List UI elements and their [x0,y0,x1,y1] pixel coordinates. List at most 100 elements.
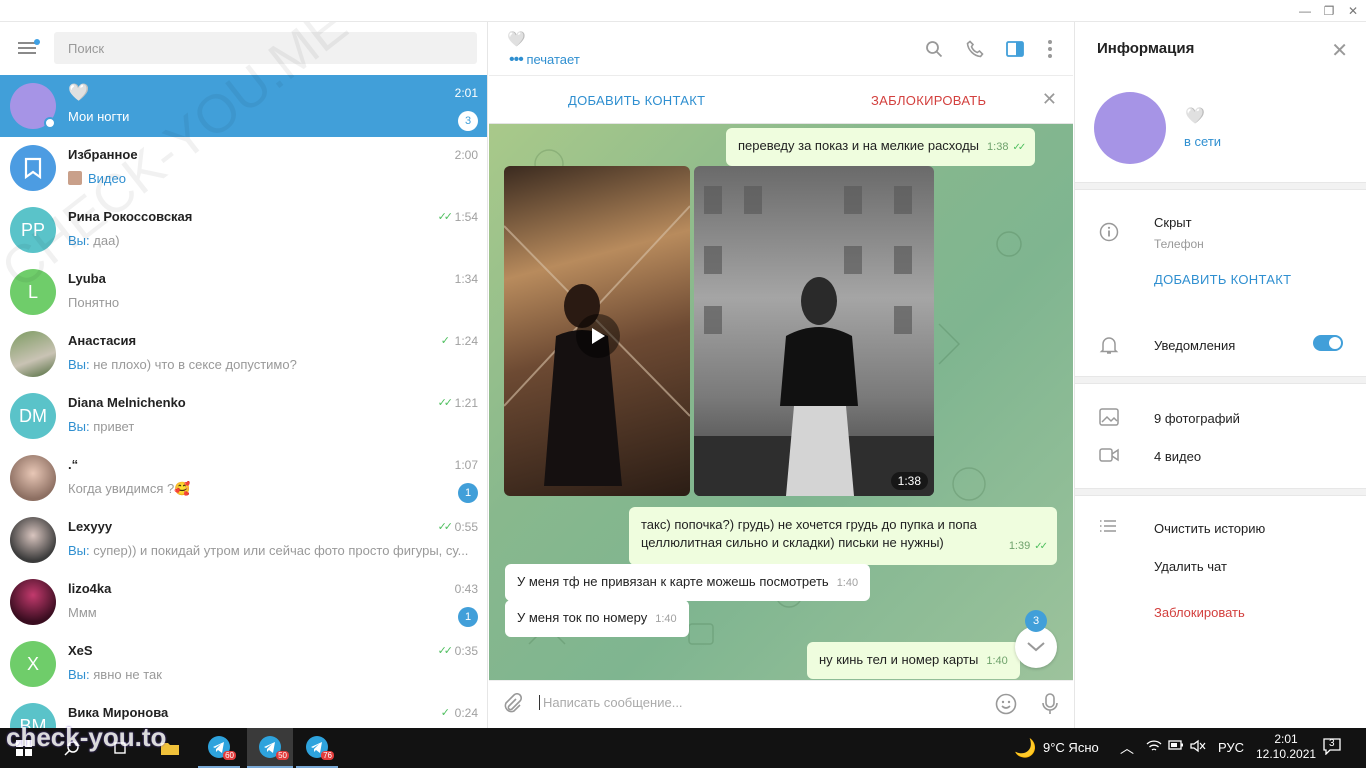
divider [1075,376,1366,384]
telegram-taskbar-3[interactable]: 76 [296,728,338,768]
chat-time: 0:35 [454,644,478,658]
notification-count: 3 [1329,738,1335,749]
chat-time: 2:00 [454,148,478,162]
notifications-label: Уведомления [1154,338,1236,353]
chat-last-message: Ммм [68,605,97,620]
photo-attachment[interactable]: 1:38 [694,166,934,496]
chat-last-message: Вы: явно не так [68,667,162,682]
paperclip-icon[interactable] [501,692,523,721]
weather-text[interactable]: 9°C Ясно [1043,740,1099,755]
chat-last-message: Мои ногти [68,109,130,124]
minimize-icon[interactable]: — [1292,0,1318,22]
chat-item-anastasia[interactable]: Анастасия Вы: не плохо) что в сексе допу… [0,323,487,385]
message-incoming[interactable]: У меня тф не привязан к карте можешь пос… [505,564,871,601]
notification-center-icon[interactable]: 3 [1322,737,1342,758]
chat-last-message: Вы: не плохо) что в сексе допустимо? [68,357,297,372]
chevron-up-icon[interactable]: ︿ [1120,738,1134,758]
chat-time: 1:21 [454,396,478,410]
chat-item-lyuba[interactable]: L Lyuba Понятно 1:34 [0,261,487,323]
windows-taskbar: 60 50 76 🌙 9°C Ясно ︿ РУС 2:01 12.10.2021… [0,728,1366,768]
microphone-icon[interactable] [1041,693,1059,718]
chat-title[interactable]: 🤍 [507,30,526,48]
info-panel: Информация ✕ 🤍 в сети Скрыт Телефон ДОБА… [1074,22,1366,728]
sidebar-toggle-icon[interactable] [1004,38,1026,60]
chat-item-xes[interactable]: X XeS Вы: явно не так ✓✓ 0:35 [0,633,487,695]
video-attachment[interactable] [504,166,690,496]
play-icon[interactable] [576,314,620,358]
add-contact-button[interactable]: ДОБАВИТЬ КОНТАКТ [568,93,705,108]
close-icon[interactable]: ✕ [1331,38,1348,63]
read-ticks-icon: ✓✓ [437,211,454,223]
avatar [10,331,56,377]
close-icon[interactable]: ✕ [1042,89,1057,110]
chat-item-rina[interactable]: PP Рина Рокоссовская Вы: даа) ✓✓ 1:54 [0,199,487,261]
block-button[interactable]: ЗАБЛОКИРОВАТЬ [871,93,986,108]
chat-item-nails[interactable]: 🤍 Мои ногти 2:01 3 [0,75,487,137]
video-icon [1099,447,1119,466]
chat-item-saved[interactable]: Избранное Видео 2:00 [0,137,487,199]
message-incoming[interactable]: У меня ток по номеру 1:40 [505,600,689,637]
typing-status: ••• печатает [509,51,580,68]
online-indicator [44,117,56,129]
message-outgoing[interactable]: такс) попочка?) грудь) не хочется грудь … [629,507,1057,565]
chat-item-diana[interactable]: DM Diana Melnichenko Вы: привет ✓✓ 1:21 [0,385,487,447]
chat-item-lexyyy[interactable]: Lexyyy Вы: супер)) и покидай утром или с… [0,509,487,571]
scroll-down-button[interactable] [1015,626,1057,668]
chat-item-lizo4ka[interactable]: lizo4ka Ммм 0:43 1 [0,571,487,633]
block-user-button[interactable]: Заблокировать [1154,605,1245,620]
telegram-taskbar-2[interactable]: 50 [247,728,293,768]
message-input[interactable]: Написать сообщение... [539,695,683,710]
message-area[interactable]: переведу за показ и на мелкие расходы 1:3… [489,124,1073,680]
volume-icon[interactable] [1190,739,1206,756]
message-outgoing[interactable]: ну кинь тел и номер карты 1:40 [807,642,1020,679]
read-ticks-icon: ✓ [440,707,450,719]
emoji-icon[interactable] [995,693,1017,718]
phone-icon[interactable] [964,38,986,60]
photos-link[interactable]: 9 фотографий [1154,411,1240,426]
delete-chat-button[interactable]: Удалить чат [1154,559,1227,574]
message-outgoing[interactable]: переведу за показ и на мелкие расходы 1:3… [726,128,1036,166]
unread-badge: 1 [458,483,478,503]
search-input[interactable]: Поиск [54,32,477,64]
avatar [10,517,56,563]
online-status: в сети [1184,134,1222,149]
media-time: 1:38 [890,472,928,490]
hamburger-menu-icon[interactable] [14,36,40,60]
more-options-icon[interactable] [1039,38,1061,60]
avatar: X [10,641,56,687]
telegram-taskbar-1[interactable]: 60 [198,728,240,768]
chat-item-quote[interactable]: .“ Когда увидимся ?🥰 1:07 1 [0,447,487,509]
unread-badge: 1 [458,607,478,627]
read-ticks-icon: ✓✓ [1012,142,1026,153]
clock[interactable]: 2:01 12.10.2021 [1256,732,1316,762]
chat-last-message: Вы: даа) [68,233,120,248]
chat-time: 0:55 [454,520,478,534]
chat-list-panel: Поиск 🤍 Мои ногти 2:01 3 Избранное Видео… [0,22,488,728]
wifi-icon[interactable] [1146,739,1162,756]
notifications-toggle[interactable] [1313,335,1343,351]
close-window-icon[interactable]: ✕ [1340,0,1366,22]
taskbar-badge: 76 [321,751,334,760]
maximize-icon[interactable]: ❐ [1316,0,1342,22]
chat-time: 0:24 [454,706,478,720]
avatar [10,579,56,625]
language-indicator[interactable]: РУС [1218,740,1244,755]
chat-header: 🤍 ••• печатает [489,22,1073,76]
phone-value: Скрыт [1154,215,1192,230]
photo-icon [1099,408,1119,429]
chat-last-message: Вы: привет [68,419,135,434]
chat-time: 1:07 [454,458,478,472]
conversation-panel: 🤍 ••• печатает ДОБАВИТЬ КОНТАКТ ЗАБЛОКИР… [489,22,1073,728]
profile-name: 🤍 [1185,108,1205,125]
search-icon[interactable] [923,38,945,60]
add-contact-link[interactable]: ДОБАВИТЬ КОНТАКТ [1154,272,1291,287]
phone-label: Телефон [1154,237,1204,251]
videos-link[interactable]: 4 видео [1154,449,1201,464]
video-thumb-icon [68,171,82,185]
battery-icon[interactable] [1168,739,1184,754]
moon-icon: 🌙 [1014,738,1037,758]
clear-history-button[interactable]: Очистить историю [1154,521,1265,536]
bell-icon [1099,335,1119,358]
typing-dots-icon: ••• [509,51,524,68]
profile-avatar[interactable] [1094,92,1166,164]
